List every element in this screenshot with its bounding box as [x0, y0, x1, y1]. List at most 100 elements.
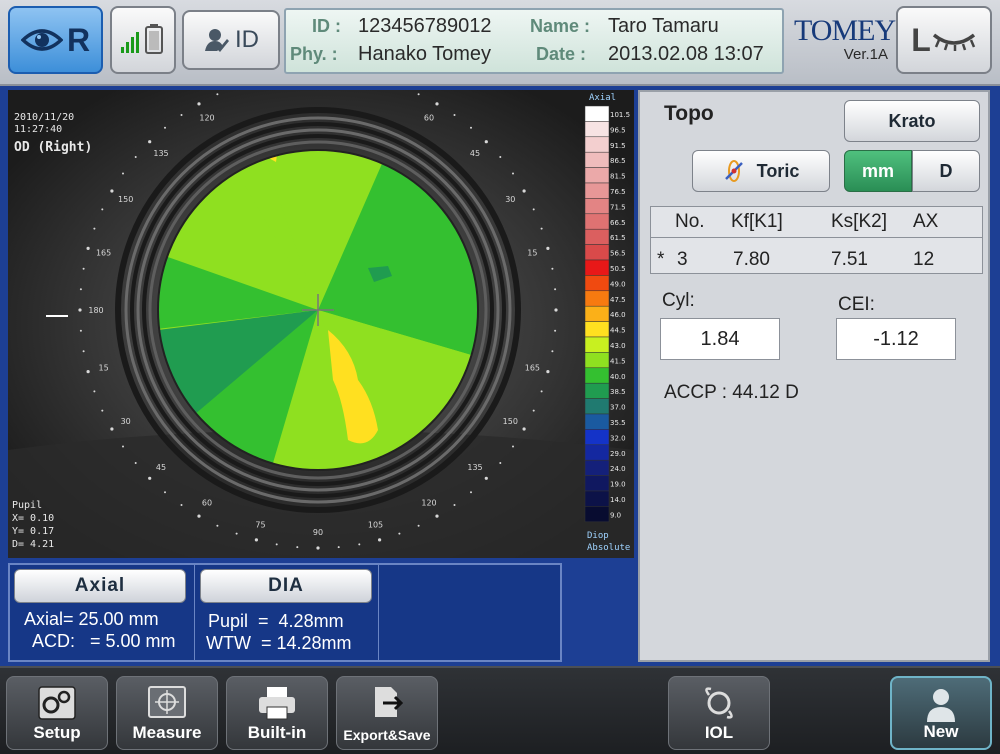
cei-value: -1.12 — [836, 318, 956, 360]
pupil-x: X= 0.10 — [12, 513, 55, 524]
iol-button[interactable]: IOL — [668, 676, 770, 750]
degree-tick — [484, 476, 488, 480]
person-edit-icon — [205, 29, 229, 52]
degree-tick — [134, 462, 137, 464]
degree-tick — [216, 524, 219, 527]
degree-label: 45 — [156, 463, 166, 472]
scale-value-label: 19.0 — [610, 481, 626, 489]
axial-button[interactable]: Axial — [14, 569, 186, 603]
degree-tick — [82, 267, 85, 270]
table-divider — [651, 237, 982, 238]
patient-id-button[interactable]: ID — [182, 10, 280, 70]
iol-lens-icon — [705, 687, 733, 719]
export-save-button[interactable]: Export&Save — [336, 676, 438, 750]
degree-tick — [540, 390, 543, 393]
axial-length: Axial= 25.00 mm — [24, 609, 159, 629]
degree-tick — [554, 329, 557, 332]
degree-label: 150 — [118, 195, 133, 204]
degree-tick — [86, 246, 90, 250]
scale-swatch — [584, 506, 610, 523]
scale-value-label: 47.5 — [610, 296, 626, 304]
degree-label: 120 — [199, 114, 214, 123]
degree-tick — [453, 114, 456, 116]
degree-label: 150 — [503, 417, 518, 426]
measurement-info-panel: Axial DIA Axial= 25.00 mm ACD: = 5.00 mm… — [8, 563, 562, 662]
scale-swatch — [584, 429, 610, 446]
iol-label: IOL — [704, 723, 734, 742]
degree-label: 165 — [525, 364, 540, 373]
degree-tick — [551, 267, 554, 270]
degree-tick — [164, 126, 166, 129]
scale-swatch — [584, 198, 610, 215]
closed-eye-icon — [932, 33, 975, 51]
degree-tick — [93, 227, 96, 230]
scale-swatch — [584, 444, 610, 461]
scale-swatch — [584, 228, 610, 245]
scale-swatch — [584, 459, 610, 476]
setup-button[interactable]: Setup — [6, 676, 108, 750]
degree-tick — [378, 538, 382, 542]
scale-value-label: 35.5 — [610, 419, 626, 427]
builtin-label: Built-in — [247, 723, 307, 742]
accp-value: ACCP : 44.12 D — [664, 382, 799, 403]
degree-tick — [435, 514, 439, 518]
degree-tick — [499, 462, 502, 464]
degree-tick — [316, 546, 320, 550]
degree-tick — [180, 114, 183, 116]
col-header-ks: Ks[K2] — [831, 211, 887, 232]
setup-label: Setup — [33, 723, 81, 742]
pupil-label: Pupil — [12, 500, 43, 511]
topography-map-view[interactable]: 120 135 150 165 180 15 30 45 60 75 90 105 120 135 150 1… — [8, 90, 634, 558]
scale-swatch — [584, 336, 610, 353]
right-eye-button[interactable]: R — [8, 6, 103, 74]
unit-mm-toggle[interactable]: mm — [844, 150, 912, 192]
scale-swatch — [584, 244, 610, 261]
degree-tick — [93, 390, 96, 393]
left-eye-button[interactable]: L — [896, 6, 992, 74]
degree-label: 135 — [153, 149, 168, 158]
footer-toolbar: Setup Measure Built-in Export&Save IOL N… — [0, 666, 1000, 754]
connection-status-button[interactable] — [110, 6, 176, 74]
acd-value: ACD: = 5.00 mm — [32, 631, 176, 651]
degree-tick — [453, 504, 456, 506]
degree-tick — [296, 546, 299, 549]
degree-tick — [398, 532, 401, 535]
scale-value-label: 50.5 — [610, 265, 626, 273]
scale-value-label: 91.5 — [610, 142, 626, 150]
degree-tick — [470, 491, 472, 494]
degree-label: 90 — [313, 528, 323, 537]
scale-value-label: 43.0 — [610, 342, 626, 350]
degree-label: 180 — [88, 306, 103, 315]
scale-swatch — [584, 367, 610, 384]
degree-tick — [417, 93, 420, 96]
scale-value-label: 76.5 — [610, 188, 626, 196]
degree-label: 30 — [505, 195, 515, 204]
toric-label: Toric — [756, 160, 800, 181]
dia-button[interactable]: DIA — [200, 569, 372, 603]
capture-time: 11:27:40 — [14, 124, 63, 135]
brand-name: TOMEY — [794, 14, 896, 47]
panel-separator — [194, 565, 195, 660]
degree-tick — [110, 189, 114, 193]
scale-unit-label: Diop — [587, 531, 609, 541]
krato-button[interactable]: Krato — [844, 100, 980, 142]
measure-button[interactable]: Measure — [116, 676, 218, 750]
row-no: 3 — [677, 249, 688, 270]
unit-diopter-toggle[interactable]: D — [912, 150, 980, 192]
new-patient-button[interactable]: New — [890, 676, 992, 750]
builtin-print-button[interactable]: Built-in — [226, 676, 328, 750]
scale-value-label: 56.5 — [610, 250, 626, 258]
cyl-label: Cyl: — [662, 290, 695, 311]
scale-value-label: 14.0 — [610, 496, 626, 504]
scale-swatch — [584, 121, 610, 138]
scale-value-label: 37.0 — [610, 404, 626, 412]
degree-tick — [235, 532, 238, 535]
toric-button[interactable]: Toric — [692, 150, 830, 192]
degree-tick — [101, 409, 104, 412]
degree-tick — [554, 288, 557, 291]
scale-value-label: 61.5 — [610, 234, 626, 242]
degree-tick — [164, 491, 166, 494]
target-monitor-icon — [148, 686, 186, 718]
scale-swatch — [584, 413, 610, 430]
patient-info-box: ID : 123456789012 Name : Taro Tamaru Phy… — [284, 8, 784, 74]
